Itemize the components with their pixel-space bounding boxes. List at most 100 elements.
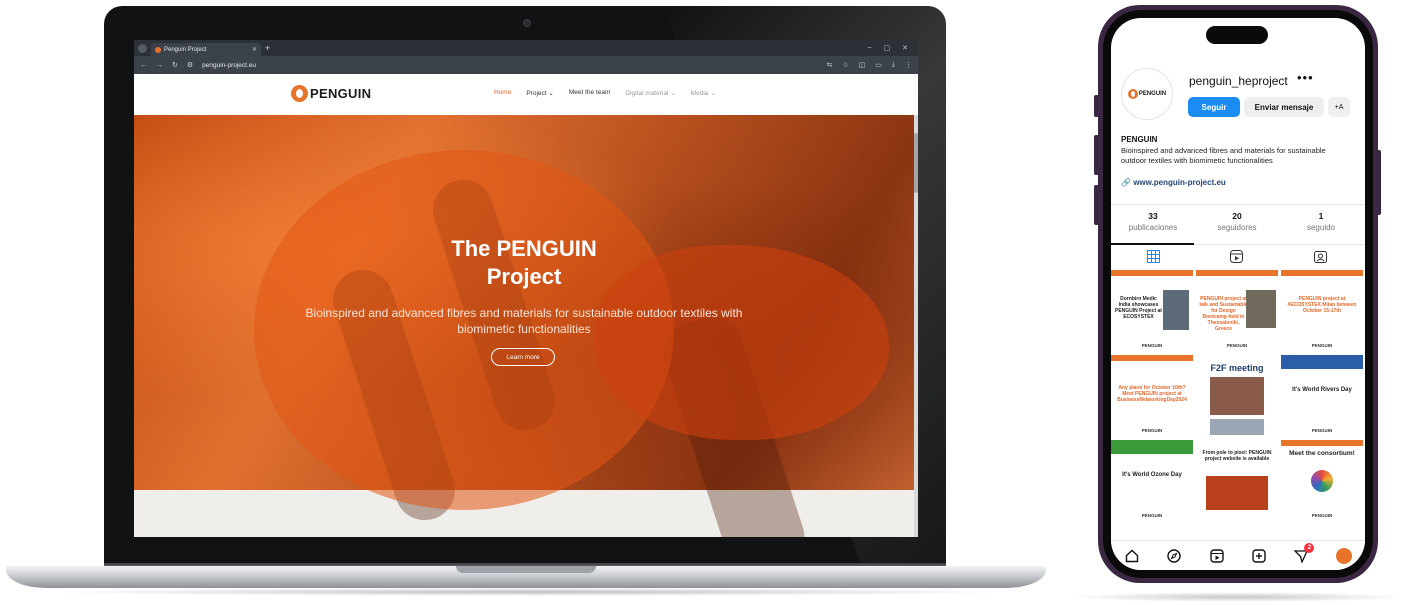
browser-tab-strip: Penguin Project ✕ + – ▢ ✕ xyxy=(134,40,918,56)
favicon-icon xyxy=(155,46,161,53)
webcam-dot xyxy=(523,19,531,27)
close-tab-icon[interactable]: ✕ xyxy=(252,46,257,53)
browser-tab[interactable]: Penguin Project ✕ xyxy=(151,43,261,56)
avatar[interactable]: PENGUIN xyxy=(1121,68,1173,120)
post-footer: PENGUIN xyxy=(1141,428,1163,433)
avatar-text: PENGUIN xyxy=(1138,91,1167,97)
hero-title: The PENGUIN Project xyxy=(134,235,914,291)
post-title: Dornbirn Medic India showcases PENGUIN P… xyxy=(1115,296,1162,320)
divider xyxy=(1111,204,1365,205)
laptop-notch xyxy=(456,566,596,573)
bio-link[interactable]: 🔗 www.penguin-project.eu xyxy=(1121,178,1226,187)
reload-icon[interactable]: ↻ xyxy=(172,61,178,69)
profile-tab[interactable] xyxy=(1335,547,1352,564)
address-bar: ← → ↻ ⚙ penguin-project.eu ⇆ ☆ ◫ ▭ ⤓ ⋮ xyxy=(134,56,918,74)
direct-messages-icon[interactable]: 2 xyxy=(1293,542,1315,564)
post-tile[interactable]: It's World Rivers Day PENGUIN xyxy=(1281,355,1363,437)
page-scrollbar[interactable] xyxy=(914,115,918,537)
follow-button[interactable]: Seguir xyxy=(1188,97,1240,117)
close-window-icon[interactable]: ✕ xyxy=(902,44,908,52)
url-field[interactable]: penguin-project.eu xyxy=(202,62,256,69)
post-tile[interactable]: PENGUIN project at #ECOSYSTEX Milan betw… xyxy=(1281,270,1363,352)
notification-badge: 2 xyxy=(1304,542,1315,553)
tagged-icon[interactable] xyxy=(1313,250,1327,263)
sidebar-icon[interactable]: ▭ xyxy=(875,61,882,69)
nav-digital-material[interactable]: Digital material ⌄ xyxy=(625,89,675,97)
stat-followers[interactable]: 20 seguidores xyxy=(1197,211,1277,232)
laptop-screen: Penguin Project ✕ + – ▢ ✕ ← → ↻ ⚙ pengui… xyxy=(134,40,918,537)
post-title: PENGUIN project at #ECOSYSTEX Milan betw… xyxy=(1287,296,1357,314)
penguin-logo-icon xyxy=(291,85,308,102)
nav-media[interactable]: Media ⌄ xyxy=(691,89,716,97)
post-title: Meet the consortium! xyxy=(1289,450,1355,457)
post-photo xyxy=(1163,290,1189,330)
forward-icon[interactable]: → xyxy=(156,62,163,69)
explore-icon[interactable] xyxy=(1166,548,1182,564)
send-message-button[interactable]: Enviar mensaje xyxy=(1244,97,1324,117)
post-photo xyxy=(1311,470,1333,492)
learn-more-button[interactable]: Learn more xyxy=(491,348,555,366)
post-tile[interactable]: F2F meeting xyxy=(1196,355,1278,437)
phone-frame: PENGUIN penguin_heproject ••• Seguir Env… xyxy=(1098,5,1378,583)
laptop-shadow xyxy=(40,588,1020,596)
post-footer: PENGUIN xyxy=(1311,513,1333,518)
extensions-icon[interactable]: ◫ xyxy=(859,61,866,69)
site-header: PENGUIN Home Project ⌄ Meet the team Dig… xyxy=(134,74,918,115)
back-icon[interactable]: ← xyxy=(140,62,147,69)
more-options-icon[interactable]: ••• xyxy=(1297,70,1314,85)
nav-project-label: Project xyxy=(526,90,547,97)
nav-home[interactable]: Home xyxy=(494,89,511,97)
home-icon[interactable] xyxy=(1124,548,1140,564)
active-tab-indicator xyxy=(1111,243,1194,245)
tab-search-icon[interactable] xyxy=(138,43,147,53)
nav-media-label: Media xyxy=(690,90,709,97)
bookmark-star-icon[interactable]: ☆ xyxy=(842,61,848,69)
post-tile[interactable]: PENGUIN project at talk and Sustainable … xyxy=(1196,270,1278,352)
post-tile[interactable]: Meet the consortium! PENGUIN xyxy=(1281,440,1363,522)
penguin-logo-icon xyxy=(1127,89,1138,99)
minimize-icon[interactable]: – xyxy=(868,44,872,52)
phone-bezel: PENGUIN penguin_heproject ••• Seguir Env… xyxy=(1103,10,1373,578)
reels-icon[interactable] xyxy=(1209,548,1225,564)
tab-title: Penguin Project xyxy=(164,46,207,53)
chevron-down-icon: ⌄ xyxy=(710,90,716,97)
main-menu: Home Project ⌄ Meet the team Digital mat… xyxy=(494,89,716,97)
post-footer: PENGUIN xyxy=(1226,343,1248,348)
post-title: It's World Ozone Day xyxy=(1122,472,1182,478)
translate-icon[interactable]: ⇆ xyxy=(826,61,832,69)
post-footer: PENGUIN xyxy=(1141,513,1163,518)
post-footer: PENGUIN xyxy=(1311,428,1333,433)
scrollbar-thumb[interactable] xyxy=(914,133,918,193)
post-photo xyxy=(1210,377,1264,415)
stat-following[interactable]: 1 seguido xyxy=(1281,211,1361,232)
post-tile[interactable]: Any plans for October 10th? Meet PENGUIN… xyxy=(1111,355,1193,437)
new-tab-icon[interactable]: + xyxy=(265,43,270,53)
menu-kebab-icon[interactable]: ⋮ xyxy=(905,61,912,69)
grid-icon[interactable] xyxy=(1146,250,1160,263)
hero-title-line: Project xyxy=(486,264,562,289)
reels-icon[interactable] xyxy=(1229,250,1243,263)
post-tile[interactable]: Dornbirn Medic India showcases PENGUIN P… xyxy=(1111,270,1193,352)
window-controls: – ▢ ✕ xyxy=(868,44,914,52)
post-photo xyxy=(1210,419,1264,435)
chevron-down-icon: ⌄ xyxy=(670,90,676,97)
profile-username: penguin_heproject xyxy=(1189,74,1288,88)
new-post-icon[interactable] xyxy=(1251,548,1267,564)
maximize-icon[interactable]: ▢ xyxy=(884,44,891,52)
post-title: PENGUIN project at talk and Sustainable … xyxy=(1199,296,1248,332)
stat-number: 20 xyxy=(1232,211,1242,221)
site-info-icon[interactable]: ⚙ xyxy=(187,61,193,69)
add-user-button[interactable]: +A xyxy=(1328,97,1350,117)
bio-text: Bioinspired and advanced fibres and mate… xyxy=(1121,146,1326,165)
post-tile[interactable]: From pole to pixel: PENGUIN project webs… xyxy=(1196,440,1278,522)
stat-posts[interactable]: 33 publicaciones xyxy=(1113,211,1193,232)
site-logo[interactable]: PENGUIN xyxy=(291,85,371,102)
nav-meet-the-team[interactable]: Meet the team xyxy=(569,89,611,97)
nav-digital-material-label: Digital material xyxy=(625,90,669,97)
post-tile[interactable]: It's World Ozone Day PENGUIN xyxy=(1111,440,1193,522)
nav-project[interactable]: Project ⌄ xyxy=(526,89,554,97)
post-footer: PENGUIN xyxy=(1311,343,1333,348)
hero-banner: The PENGUIN Project Bioinspired and adva… xyxy=(134,115,914,537)
toolbar-icons: ⇆ ☆ ◫ ▭ ⤓ ⋮ xyxy=(826,61,912,69)
download-icon[interactable]: ⤓ xyxy=(892,61,895,69)
